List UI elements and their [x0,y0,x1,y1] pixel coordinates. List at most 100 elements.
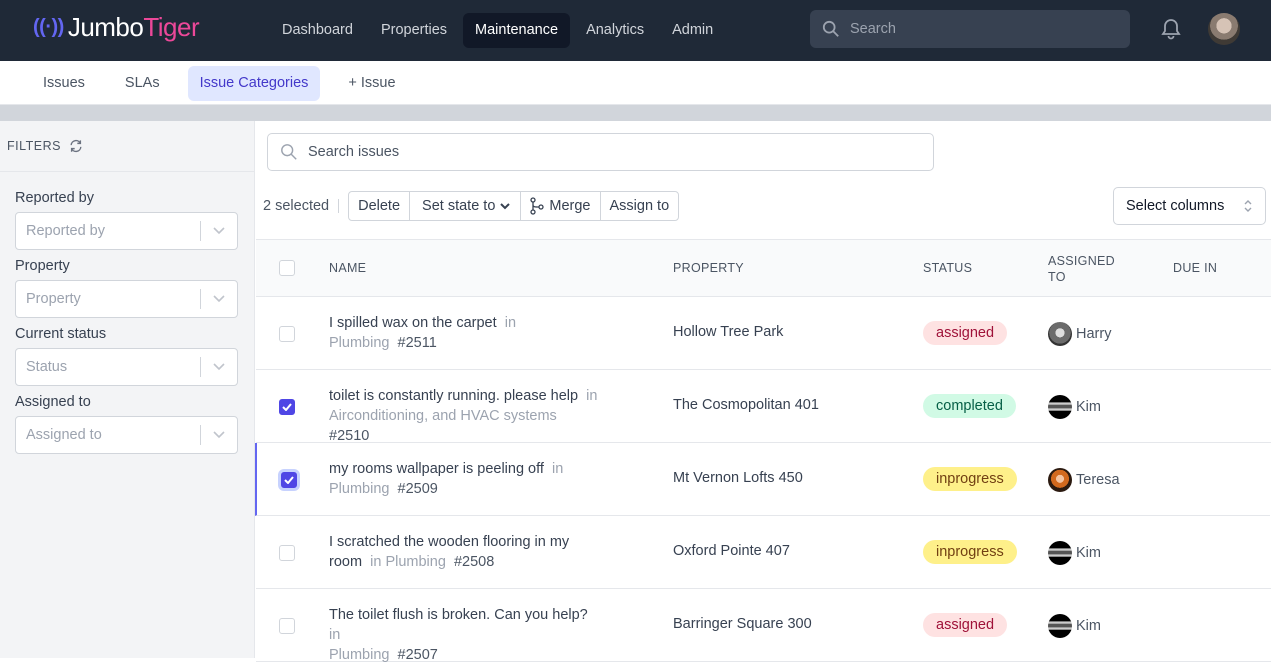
status-badge: assigned [923,613,1008,637]
issues-search-input[interactable] [308,144,908,160]
issue-number: #2509 [397,481,438,497]
global-search[interactable] [810,10,1130,48]
column-header-property[interactable]: PROPERTY [673,261,744,275]
issue-category: Airconditioning, and HVAC systems [329,408,557,424]
top-navbar: ((·)) Jumbo Tiger Dashboard Properties M… [0,0,1271,61]
logo[interactable]: ((·)) Jumbo Tiger [33,12,200,43]
property-placeholder: Property [26,291,81,307]
nav-maintenance[interactable]: Maintenance [463,13,571,48]
global-search-input[interactable] [850,21,1110,37]
issue-category: Plumbing [329,647,390,663]
issue-name-cell: I scratched the wooden flooring in my ro… [329,532,599,572]
property-cell: Hollow Tree Park [673,324,784,340]
nav-dashboard[interactable]: Dashboard [270,13,365,48]
property-select[interactable]: Property [15,280,238,318]
select-all-checkbox[interactable] [279,260,295,276]
tab-issues[interactable]: Issues [31,66,97,101]
select-columns-label: Select columns [1126,198,1225,214]
property-cell: The Cosmopolitan 401 [673,397,819,413]
in-label: in [504,315,517,331]
chevron-down-icon [500,202,511,209]
avatar [1048,322,1072,346]
nav-admin[interactable]: Admin [660,13,725,48]
filters-header: FILTERS [0,121,254,172]
table-row[interactable]: my rooms wallpaper is peeling off in Plum… [255,443,1270,516]
column-header-name[interactable]: NAME [329,261,366,275]
bell-icon[interactable] [1160,17,1182,46]
logo-text-jumbo: Jumbo [67,12,144,42]
column-header-status[interactable]: STATUS [923,261,972,275]
issue-name-cell: my rooms wallpaper is peeling off in Plum… [329,459,599,499]
chevron-down-icon [201,295,237,303]
search-icon [281,144,297,160]
assigned-header-line1: ASSIGNED [1048,254,1115,268]
issues-panel: 2 selected Delete Set state to Merge Ass… [255,121,1271,663]
column-header-due-in[interactable]: DUE IN [1173,261,1217,275]
avatar [1048,614,1072,638]
table-row[interactable]: I spilled wax on the carpet in Plumbing #… [256,297,1271,370]
filters-title: FILTERS [7,139,61,153]
merge-icon [530,197,545,215]
row-checkbox[interactable] [279,326,295,342]
filter-label-property: Property [15,258,70,274]
table-header: NAME PROPERTY STATUS ASSIGNED TO DUE IN [256,239,1271,297]
row-checkbox[interactable] [281,472,297,488]
assign-to-label: Assign to [609,198,670,214]
row-checkbox[interactable] [279,545,295,561]
assignee-name: Harry [1076,326,1112,342]
row-checkbox[interactable] [279,399,295,415]
check-icon [284,476,294,484]
issue-number: #2508 [453,554,495,570]
assignee-cell: Teresa [1048,468,1120,492]
avatar [1048,468,1072,492]
issue-name-cell: toilet is constantly running. please hel… [329,386,599,446]
filter-label-assigned-to: Assigned to [15,394,91,410]
row-checkbox[interactable] [279,618,295,634]
select-columns-dropdown[interactable]: Select columns [1113,187,1266,225]
status-placeholder: Status [26,359,68,375]
nav-properties[interactable]: Properties [369,13,459,48]
issue-title[interactable]: toilet is constantly running. please hel… [329,388,578,404]
assigned-to-select[interactable]: Assigned to [15,416,238,454]
issue-number: #2510 [329,428,370,444]
avatar [1048,395,1072,419]
tab-slas[interactable]: SLAs [113,66,172,101]
in-label: in [329,627,341,643]
issue-title[interactable]: I scratched the wooden flooring in my ro… [329,534,569,570]
merge-button[interactable]: Merge [521,192,601,220]
reported-by-select[interactable]: Reported by [15,212,238,250]
assignee-name: Kim [1076,399,1101,415]
table-row[interactable]: The toilet flush is broken. Can you help… [256,589,1271,665]
assignee-cell: Kim [1048,395,1101,419]
tab-issue-categories[interactable]: Issue Categories [187,66,321,101]
reported-by-placeholder: Reported by [26,223,105,239]
delete-button[interactable]: Delete [349,192,411,220]
issues-search[interactable] [267,133,934,171]
merge-label: Merge [549,198,591,214]
issue-title[interactable]: my rooms wallpaper is peeling off [329,461,544,477]
issue-category: Plumbing [329,481,390,497]
nav-analytics[interactable]: Analytics [574,13,656,48]
user-avatar[interactable] [1208,13,1240,45]
selected-count: 2 selected [263,198,330,214]
logo-text-tiger: Tiger [143,12,200,42]
issue-category: Plumbing [329,335,390,351]
assignee-name: Kim [1076,545,1101,561]
issue-name-cell: The toilet flush is broken. Can you help… [329,605,599,665]
issue-title[interactable]: I spilled wax on the carpet [329,315,497,331]
column-header-assigned-to[interactable]: ASSIGNED TO [1048,253,1115,285]
refresh-icon[interactable] [69,139,83,153]
status-select[interactable]: Status [15,348,238,386]
assign-to-button[interactable]: Assign to [600,192,679,220]
issue-title[interactable]: The toilet flush is broken. Can you help… [329,607,588,623]
sub-navbar: Issues SLAs Issue Categories + Issue [0,61,1271,105]
delete-label: Delete [358,198,401,214]
bulk-actions: 2 selected Delete Set state to Merge Ass… [263,191,680,221]
main-nav: Dashboard Properties Maintenance Analyti… [270,13,729,48]
tab-new-issue[interactable]: + Issue [336,66,407,101]
chevron-down-icon [201,363,237,371]
set-state-button[interactable]: Set state to [410,192,522,220]
table-row[interactable]: toilet is constantly running. please hel… [256,370,1271,446]
assignee-name: Teresa [1076,472,1120,488]
table-row[interactable]: I scratched the wooden flooring in my ro… [256,516,1271,589]
